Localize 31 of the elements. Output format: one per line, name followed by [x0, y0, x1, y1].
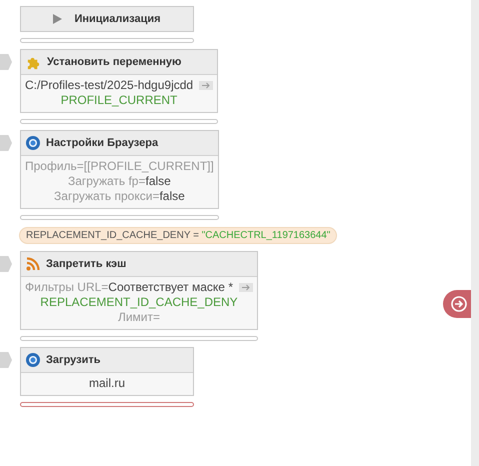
parameter-text: C:/Profiles-test/2025-hdgu9jcdd [25, 78, 194, 92]
globe-icon [26, 353, 40, 367]
action-block[interactable]: Настройки Браузера Профиль=[[PROFILE_CURRENT]] Загружать fp=false Загружать прокси=false [20, 130, 219, 209]
rss-icon [26, 257, 40, 271]
block-title: Инициализация [74, 13, 161, 25]
block-title: Загрузить [46, 354, 101, 366]
action-block[interactable]: Загрузить mail.ru [20, 347, 194, 396]
parameter-text: PROFILE_CURRENT [60, 93, 178, 107]
sign-in-icon [451, 296, 467, 312]
parameter-text: false [159, 189, 185, 203]
play-icon [53, 14, 62, 24]
parameter-text: REPLACEMENT_ID_CACHE_DENY [40, 295, 238, 309]
block-title: Установить переменную [47, 56, 182, 68]
scrollbar[interactable] [471, 0, 479, 466]
block-title: Настройки Браузера [46, 137, 158, 149]
globe-icon [26, 136, 40, 150]
parameter-text: mail.ru [88, 376, 125, 390]
variable-pill: REPLACEMENT_ID_CACHE_DENY = "CACHECTRL_1197163644" [19, 227, 338, 244]
arrow-icon[interactable] [238, 283, 253, 292]
action-block[interactable]: Инициализация [20, 6, 194, 32]
action-block[interactable]: Запретить кэш Фильтры URL=Соответствует маске * REPLACEMENT_ID_CACHE_DENY Лимит= [20, 251, 258, 330]
parameter-text: Фильтры URL= [25, 280, 108, 294]
block-title: Запретить кэш [46, 258, 126, 270]
parameter-text: Лимит= [118, 310, 160, 324]
parameter-text: Загружать прокси= [54, 189, 160, 203]
parameter-text: Загружать fp= [68, 174, 146, 188]
exit-button[interactable] [443, 290, 471, 318]
parameter-text: Профиль=[[PROFILE_CURRENT]] [25, 159, 214, 173]
parameter-text: false [146, 174, 171, 188]
action-block[interactable]: Установить переменную C:/Profiles-test/2025-hdgu9jcdd PROFILE_CURRENT [20, 49, 218, 113]
parameter-text: Соответствует маске * [108, 280, 233, 294]
